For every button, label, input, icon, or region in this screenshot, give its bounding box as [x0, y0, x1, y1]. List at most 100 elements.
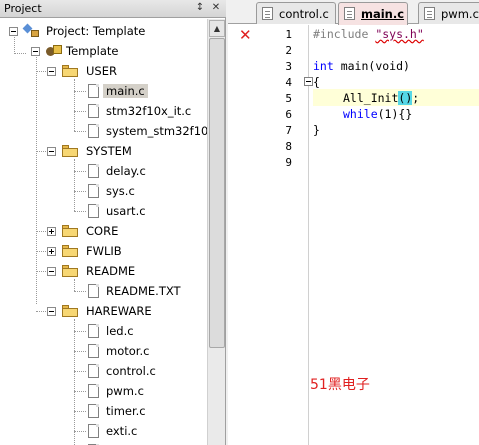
code-string-text: "sys.h": [375, 27, 424, 41]
tree-file-timer-c[interactable]: timer.c: [0, 401, 207, 421]
collapse-toggle[interactable]: [31, 47, 40, 56]
file-icon: [88, 164, 99, 178]
scrollbar-thumb[interactable]: [209, 38, 225, 348]
file-icon: [88, 324, 99, 338]
tree-file-system-stm32f10x-c[interactable]: system_stm32f10x.c: [0, 121, 207, 141]
tree-file-readme-txt[interactable]: README.TXT: [0, 281, 207, 301]
target-icon: [46, 45, 62, 58]
fold-toggle[interactable]: [304, 77, 313, 86]
folder-open-icon: [62, 265, 79, 277]
code-line-3[interactable]: int main(void): [313, 59, 410, 73]
tree-file-pwm-c[interactable]: pwm.c: [0, 381, 207, 401]
line-number: 4: [285, 76, 292, 89]
file-label: pwm.c: [106, 384, 144, 398]
group-label: SYSTEM: [86, 144, 132, 158]
collapse-toggle[interactable]: [47, 147, 56, 156]
file-icon: [88, 184, 99, 198]
collapse-toggle[interactable]: [47, 267, 56, 276]
file-label: stm32f10x_it.c: [106, 104, 192, 118]
collapse-toggle[interactable]: [47, 307, 56, 316]
tree-file-motor-c[interactable]: motor.c: [0, 341, 207, 361]
file-label: sys.c: [106, 184, 135, 198]
file-icon: [88, 364, 99, 378]
tab-label: main.c: [361, 7, 405, 21]
code-line-4[interactable]: {: [313, 75, 320, 89]
line-number: 8: [285, 140, 292, 153]
pin-icon[interactable]: ↕: [193, 1, 207, 15]
file-icon: [88, 204, 99, 218]
tree-file-stm32f10x-it-c[interactable]: stm32f10x_it.c: [0, 101, 207, 121]
project-tree: Project: Template Template USER main.c s…: [0, 19, 207, 445]
tree-file-usart-c[interactable]: usart.c: [0, 201, 207, 221]
file-label: README.TXT: [106, 284, 181, 298]
code-text: ;: [412, 91, 420, 105]
tree-group-user[interactable]: USER: [0, 61, 207, 81]
collapse-toggle[interactable]: [47, 67, 56, 76]
expand-toggle[interactable]: [47, 247, 56, 256]
tree-file-exti-c[interactable]: exti.c: [0, 421, 207, 441]
error-x-icon[interactable]: ✕: [239, 28, 252, 43]
tree-group-fwlib[interactable]: FWLIB: [0, 241, 207, 261]
tree-group-hareware[interactable]: HAREWARE: [0, 301, 207, 321]
file-icon: [88, 404, 99, 418]
file-label: usart.c: [106, 204, 146, 218]
code-text: (1){}: [377, 107, 413, 121]
file-icon: [262, 7, 273, 20]
tree-project-root[interactable]: Project: Template: [0, 21, 207, 41]
line-number: 3: [285, 60, 292, 73]
tree-file-led-c[interactable]: led.c: [0, 321, 207, 341]
code-text: {: [313, 75, 320, 89]
folder-open-icon: [62, 145, 79, 157]
file-icon: [344, 7, 355, 20]
file-label: led.c: [106, 324, 134, 338]
tree-group-readme[interactable]: README: [0, 261, 207, 281]
folder-open-icon: [62, 65, 79, 77]
code-string: "sys.h": [375, 27, 423, 41]
expand-toggle[interactable]: [47, 227, 56, 236]
tree-group-system[interactable]: SYSTEM: [0, 141, 207, 161]
code-line-1[interactable]: #include "sys.h": [313, 27, 424, 41]
group-label: README: [86, 264, 136, 278]
collapse-toggle[interactable]: [9, 27, 18, 36]
code-text: }: [313, 123, 320, 137]
file-label: timer.c: [106, 404, 146, 418]
tree-target[interactable]: Template: [0, 41, 207, 61]
tab-main-c[interactable]: main.c: [338, 2, 408, 25]
code-directive: #include: [313, 27, 376, 41]
project-tree-scrollbar[interactable]: ▲: [207, 19, 225, 445]
line-number: 1: [285, 28, 292, 41]
close-icon[interactable]: ✕: [209, 1, 223, 15]
group-label: FWLIB: [86, 244, 122, 258]
file-icon: [88, 104, 99, 118]
code-keyword: int: [313, 59, 334, 73]
file-label: main.c: [103, 84, 148, 98]
group-label: CORE: [86, 224, 119, 238]
line-number: 5: [285, 92, 292, 105]
tab-control-c[interactable]: control.c: [256, 2, 336, 24]
line-number: 7: [285, 124, 292, 137]
tab-label: control.c: [279, 7, 329, 21]
tab-pwm-c[interactable]: pwm.c: [418, 2, 479, 24]
folder-icon: [62, 245, 79, 257]
scroll-up-arrow-icon[interactable]: ▲: [209, 20, 225, 37]
code-line-5[interactable]: All_Init();: [343, 91, 419, 105]
brace-match-highlight: (): [398, 91, 413, 105]
folder-icon: [62, 225, 79, 237]
code-keyword: while: [343, 107, 378, 121]
file-label: control.c: [106, 364, 156, 378]
tree-group-core[interactable]: CORE: [0, 221, 207, 241]
project-icon: [22, 23, 40, 38]
folder-open-icon: [62, 305, 79, 317]
code-line-6[interactable]: while(1){}: [343, 107, 412, 121]
project-panel-header: Project ↕ ✕: [0, 0, 226, 18]
project-panel-title: Project: [4, 2, 42, 15]
file-icon: [88, 424, 99, 438]
line-number: 9: [285, 156, 292, 169]
tree-file-control-c[interactable]: control.c: [0, 361, 207, 381]
tree-file-delay-c[interactable]: delay.c: [0, 161, 207, 181]
tree-file-sys-c[interactable]: sys.c: [0, 181, 207, 201]
editor-gutter: ✕ 1 2 3 4 5 6 7 8 9: [228, 25, 300, 445]
code-line-7[interactable]: }: [313, 123, 320, 137]
tree-file-main-c[interactable]: main.c: [0, 81, 207, 101]
file-icon: [88, 284, 99, 298]
